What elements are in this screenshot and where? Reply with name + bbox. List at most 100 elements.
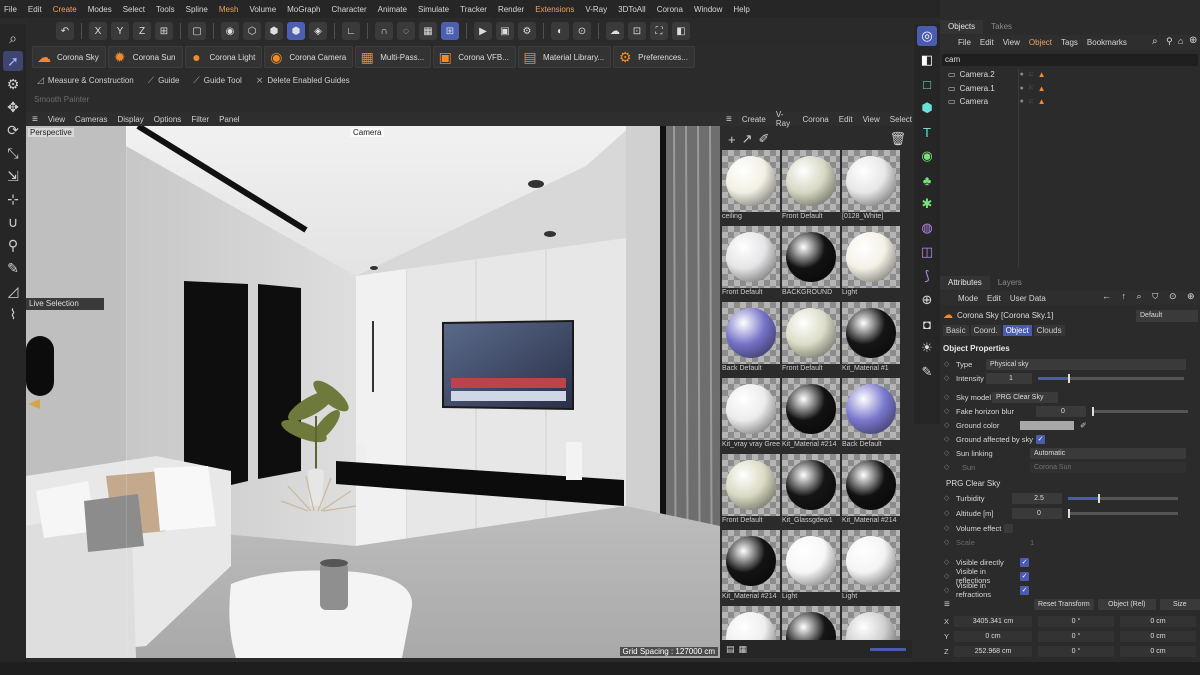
corona-tag-icon[interactable]: ▲ bbox=[1038, 97, 1046, 106]
share-icon[interactable]: ⛶ bbox=[650, 22, 668, 40]
material-item[interactable]: Back Default bbox=[842, 378, 900, 450]
viewport-menu-panel[interactable]: Panel bbox=[219, 115, 239, 124]
globe-icon[interactable]: ⊕ bbox=[917, 290, 937, 310]
measure-icon[interactable]: ◿ bbox=[3, 281, 23, 301]
delete-guides-button[interactable]: ⨯ Delete Enabled Guides bbox=[251, 73, 355, 87]
corona-tag-icon[interactable]: ▲ bbox=[1038, 70, 1046, 79]
hamburger-icon[interactable]: ≡ bbox=[726, 114, 732, 125]
subtab-clouds[interactable]: Clouds bbox=[1033, 325, 1065, 336]
objects-menu-object[interactable]: Object bbox=[1029, 38, 1052, 47]
menu-item-select[interactable]: Select bbox=[123, 5, 145, 14]
menu-item-window[interactable]: Window bbox=[694, 5, 722, 14]
attributes-menu-user-data[interactable]: User Data bbox=[1010, 294, 1046, 303]
list-view-icon[interactable]: ▤ bbox=[726, 644, 735, 655]
position-field[interactable]: 0 cm bbox=[954, 630, 1032, 642]
render-picture-icon[interactable]: ▣ bbox=[496, 22, 514, 40]
generator-icon[interactable]: ◉ bbox=[917, 146, 937, 166]
user-icon[interactable]: ◎ bbox=[917, 26, 937, 46]
visibility-dots-icon[interactable]: ● bbox=[1020, 98, 1024, 105]
gear-icon[interactable]: ⚙ bbox=[3, 74, 23, 94]
menu-item-corona[interactable]: Corona bbox=[657, 5, 683, 14]
menu-item-character[interactable]: Character bbox=[332, 5, 367, 14]
cloud-icon[interactable]: ☁ bbox=[606, 22, 624, 40]
material-menu-corona[interactable]: Corona bbox=[803, 115, 829, 124]
render-dots-icon[interactable]: ⁙ bbox=[1028, 84, 1034, 92]
menu-item-mesh[interactable]: Mesh bbox=[219, 5, 239, 14]
search-icon[interactable]: ⌕ bbox=[3, 28, 23, 48]
material-item[interactable]: Front Default bbox=[722, 454, 780, 526]
text-icon[interactable]: T bbox=[917, 122, 937, 142]
tab-objects[interactable]: Objects bbox=[940, 20, 984, 34]
intensity-slider[interactable] bbox=[1038, 373, 1184, 383]
vray-render-icon[interactable]: ◐ bbox=[551, 22, 569, 40]
eyedropper-icon[interactable]: ✐ bbox=[1080, 421, 1087, 430]
material-menu-edit[interactable]: Edit bbox=[839, 115, 853, 124]
knife-icon[interactable]: ⚲ bbox=[3, 235, 23, 255]
point-mode-icon[interactable]: ◉ bbox=[221, 22, 239, 40]
rotation-field[interactable]: 0 ° bbox=[1038, 630, 1114, 642]
soft-select-icon[interactable]: ◌ bbox=[397, 22, 415, 40]
render-view-icon[interactable]: ▶ bbox=[474, 22, 492, 40]
snap-icon[interactable]: ⊹ bbox=[3, 189, 23, 209]
material-item[interactable]: Front Default bbox=[722, 226, 780, 298]
visible-reflections-checkbox[interactable]: ✓ bbox=[1020, 571, 1029, 581]
objects-menu-tags[interactable]: Tags bbox=[1061, 38, 1078, 47]
visibility-dots-icon[interactable]: ● bbox=[1020, 85, 1024, 92]
menu-item-spline[interactable]: Spline bbox=[186, 5, 208, 14]
effector-icon[interactable]: ✱ bbox=[917, 194, 937, 214]
coord-system-icon[interactable]: ⊞ bbox=[155, 22, 173, 40]
texture-mode-icon[interactable]: ◈ bbox=[309, 22, 327, 40]
material-item[interactable]: Kit_vray vray Gree bbox=[722, 378, 780, 450]
camera-label[interactable]: Camera bbox=[350, 128, 385, 137]
viewport-menu-cameras[interactable]: Cameras bbox=[75, 115, 107, 124]
material-item[interactable]: Kit_Material #214 bbox=[722, 530, 780, 602]
grid-view-icon[interactable]: ▦ bbox=[739, 644, 748, 655]
visible-refractions-checkbox[interactable]: ✓ bbox=[1020, 585, 1029, 595]
material-item[interactable] bbox=[782, 606, 840, 640]
render-region-icon[interactable]: ▢ bbox=[188, 22, 206, 40]
sculpt-icon[interactable]: ⌇ bbox=[3, 304, 23, 324]
visible-directly-checkbox[interactable]: ✓ bbox=[1020, 557, 1029, 567]
tab-attributes[interactable]: Attributes bbox=[940, 276, 990, 290]
axis-y-button[interactable]: Y bbox=[111, 22, 129, 40]
cloner-icon[interactable]: ♣ bbox=[917, 170, 937, 190]
arrow-icon[interactable]: ↗ bbox=[742, 131, 753, 147]
material-item[interactable] bbox=[842, 606, 900, 640]
material-menu-v-ray[interactable]: V-Ray bbox=[776, 110, 793, 128]
axis-z-button[interactable]: Z bbox=[133, 22, 151, 40]
brush-icon[interactable]: ✎ bbox=[3, 258, 23, 278]
quantize-icon[interactable]: ⊞ bbox=[441, 22, 459, 40]
corona-light-button[interactable]: ● Corona Light bbox=[184, 46, 263, 68]
hamburger-icon[interactable]: ≡ bbox=[32, 114, 38, 125]
workplane-icon[interactable]: ∟ bbox=[342, 22, 360, 40]
render-dots-icon[interactable]: ⁙ bbox=[1028, 98, 1034, 106]
magnet-icon[interactable]: ∪ bbox=[3, 212, 23, 232]
ground-color-swatch[interactable] bbox=[1020, 420, 1074, 430]
live-selection-panel[interactable]: Live Selection bbox=[26, 298, 104, 310]
turbidity-slider[interactable] bbox=[1068, 493, 1178, 503]
measure-button[interactable]: ◿ Measure & Construction bbox=[32, 73, 139, 87]
axis-x-button[interactable]: X bbox=[89, 22, 107, 40]
material-item[interactable]: Kit_Material #214 bbox=[782, 378, 840, 450]
material-item[interactable]: Kit_Material #214 bbox=[842, 454, 900, 526]
objects-menu-bookmarks[interactable]: Bookmarks bbox=[1087, 38, 1127, 47]
menu-item-volume[interactable]: Volume bbox=[249, 5, 276, 14]
vray-frame-icon[interactable]: ⊙ bbox=[573, 22, 591, 40]
rotation-field[interactable]: 0 ° bbox=[1038, 645, 1114, 657]
viewport-menu-view[interactable]: View bbox=[48, 115, 65, 124]
subtab-object[interactable]: Object bbox=[1002, 325, 1032, 336]
sun-link-field[interactable]: Corona Sun bbox=[1030, 461, 1186, 473]
material-library-button[interactable]: ▤ Material Library... bbox=[517, 46, 612, 68]
viewport-menu-filter[interactable]: Filter bbox=[191, 115, 209, 124]
object-row[interactable]: ▭ Camera ● ⁙ ▲ bbox=[940, 95, 1200, 109]
subtab-coord[interactable]: Coord. bbox=[970, 325, 1001, 336]
turbidity-field[interactable]: 2.5 bbox=[1012, 492, 1062, 504]
material-item[interactable]: Kit_Glassgdew1 bbox=[782, 454, 840, 526]
add-icon[interactable]: ⊕ bbox=[1189, 35, 1197, 46]
corona-camera-button[interactable]: ◉ Corona Camera bbox=[264, 46, 354, 68]
position-field[interactable]: 252.968 cm bbox=[954, 645, 1032, 657]
render-settings-icon[interactable]: ⚙ bbox=[518, 22, 536, 40]
menu-item-tracker[interactable]: Tracker bbox=[460, 5, 487, 14]
hamburger-icon[interactable]: ≡ bbox=[944, 599, 950, 610]
attr-nav-icons[interactable]: ← ↑ ⌕ ⛉ ⊙ ⊕ bbox=[1102, 291, 1199, 302]
